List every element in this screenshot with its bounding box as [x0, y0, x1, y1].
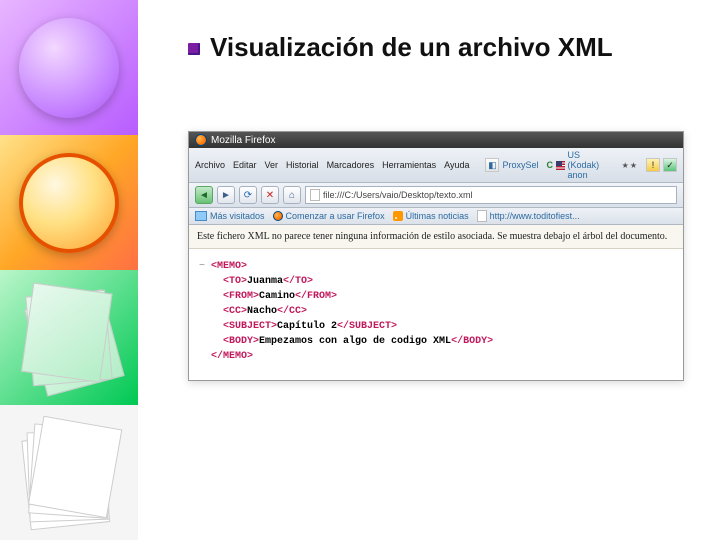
collapse-toggle[interactable]: −	[199, 261, 205, 272]
xml-to-close: </TO>	[283, 276, 313, 287]
shield-icon[interactable]: ✓	[663, 158, 677, 172]
firefox-icon	[195, 134, 207, 146]
anon-label: US (Kodak) anon	[568, 150, 610, 180]
url-bar[interactable]: file:///C:/Users/vaio/Desktop/texto.xml	[305, 186, 677, 204]
menu-bar: Archivo Editar Ver Historial Marcadores …	[189, 148, 683, 183]
bookmark-site[interactable]: http://www.toditofiest...	[477, 210, 580, 222]
clock-icon	[19, 18, 119, 118]
home-button[interactable]: ⌂	[283, 186, 301, 204]
bookmark-label: Últimas noticias	[406, 211, 469, 221]
slide-title: Visualización de un archivo XML	[138, 0, 720, 71]
proxysel-label: ProxySel	[502, 160, 538, 170]
xml-style-warning: Este fichero XML no parece tener ninguna…	[189, 225, 683, 249]
warning-icon[interactable]: !	[646, 158, 660, 172]
clock-icon	[19, 153, 119, 253]
menu-historial[interactable]: Historial	[286, 160, 319, 170]
tile-orange-clock	[0, 135, 138, 270]
xml-subject-close: </SUBJECT>	[337, 321, 397, 332]
menu-ayuda[interactable]: Ayuda	[444, 160, 469, 170]
proxysel-plugin[interactable]: ◧ ProxySel	[485, 158, 538, 172]
bookmark-getting-started[interactable]: Comenzar a usar Firefox	[273, 211, 385, 221]
xml-subject-text: Capítulo 2	[277, 321, 337, 332]
browser-window: Mozilla Firefox Archivo Editar Ver Histo…	[188, 131, 684, 381]
xml-from-close: </FROM>	[295, 291, 337, 302]
decorative-left-column	[0, 0, 138, 540]
paper-stack-icon	[19, 423, 119, 523]
page-icon	[477, 210, 487, 222]
window-title: Mozilla Firefox	[211, 135, 275, 146]
bookmark-label: http://www.toditofiest...	[490, 211, 580, 221]
xml-from-open: <FROM>	[223, 291, 259, 302]
xml-to-open: <TO>	[223, 276, 247, 287]
xml-cc-open: <CC>	[223, 306, 247, 317]
forward-button[interactable]: ►	[217, 186, 235, 204]
tile-white-paper	[0, 405, 138, 540]
proxysel-icon: ◧	[485, 158, 499, 172]
xml-root-open: <MEMO>	[211, 261, 247, 272]
window-titlebar[interactable]: Mozilla Firefox	[189, 132, 683, 148]
xml-cc-close: </CC>	[277, 306, 307, 317]
xml-from-text: Camino	[259, 291, 295, 302]
menu-archivo[interactable]: Archivo	[195, 160, 225, 170]
xml-subject-open: <SUBJECT>	[223, 321, 277, 332]
paper-stack-icon	[19, 288, 119, 388]
us-flag-icon	[556, 161, 565, 170]
rss-icon	[393, 211, 403, 221]
bookmarks-toolbar: Más visitados Comenzar a usar Firefox Úl…	[189, 208, 683, 225]
bookmark-label: Comenzar a usar Firefox	[286, 211, 385, 221]
rating-stars: ★★	[622, 161, 638, 170]
navigation-toolbar: ◄ ► ⟳ ✕ ⌂ file:///C:/Users/vaio/Desktop/…	[189, 183, 683, 208]
xml-body-close: </BODY>	[451, 336, 493, 347]
reload-button[interactable]: ⟳	[239, 186, 257, 204]
firefox-icon	[273, 211, 283, 221]
warning-text: Este fichero XML no parece tener ninguna…	[197, 231, 667, 242]
xml-tree-view: − <MEMO> <TO>Juanma</TO> <FROM>Camino</F…	[189, 249, 683, 380]
folder-icon	[195, 211, 207, 221]
slide-title-text: Visualización de un archivo XML	[210, 32, 613, 62]
stop-button[interactable]: ✕	[261, 186, 279, 204]
bookmark-label: Más visitados	[210, 211, 265, 221]
toolbar-extra-icons: ! ✓	[646, 158, 677, 172]
xml-body-text: Empezamos con algo de codigo XML	[259, 336, 451, 347]
bookmark-latest-news[interactable]: Últimas noticias	[393, 211, 469, 221]
menu-marcadores[interactable]: Marcadores	[327, 160, 375, 170]
xml-cc-text: Nacho	[247, 306, 277, 317]
title-bullet-icon	[188, 43, 200, 55]
anon-plugin[interactable]: C US (Kodak) anon	[547, 150, 610, 180]
menu-ver[interactable]: Ver	[265, 160, 279, 170]
back-button[interactable]: ◄	[195, 186, 213, 204]
tile-purple-clock	[0, 0, 138, 135]
xml-to-text: Juanma	[247, 276, 283, 287]
page-icon	[310, 189, 320, 201]
xml-root-close: </MEMO>	[211, 351, 253, 362]
url-text: file:///C:/Users/vaio/Desktop/texto.xml	[323, 190, 473, 200]
menu-editar[interactable]: Editar	[233, 160, 257, 170]
menu-herramientas[interactable]: Herramientas	[382, 160, 436, 170]
xml-body-open: <BODY>	[223, 336, 259, 347]
bookmark-most-visited[interactable]: Más visitados	[195, 211, 265, 221]
tile-green-paper	[0, 270, 138, 405]
c-icon: C	[547, 160, 554, 170]
